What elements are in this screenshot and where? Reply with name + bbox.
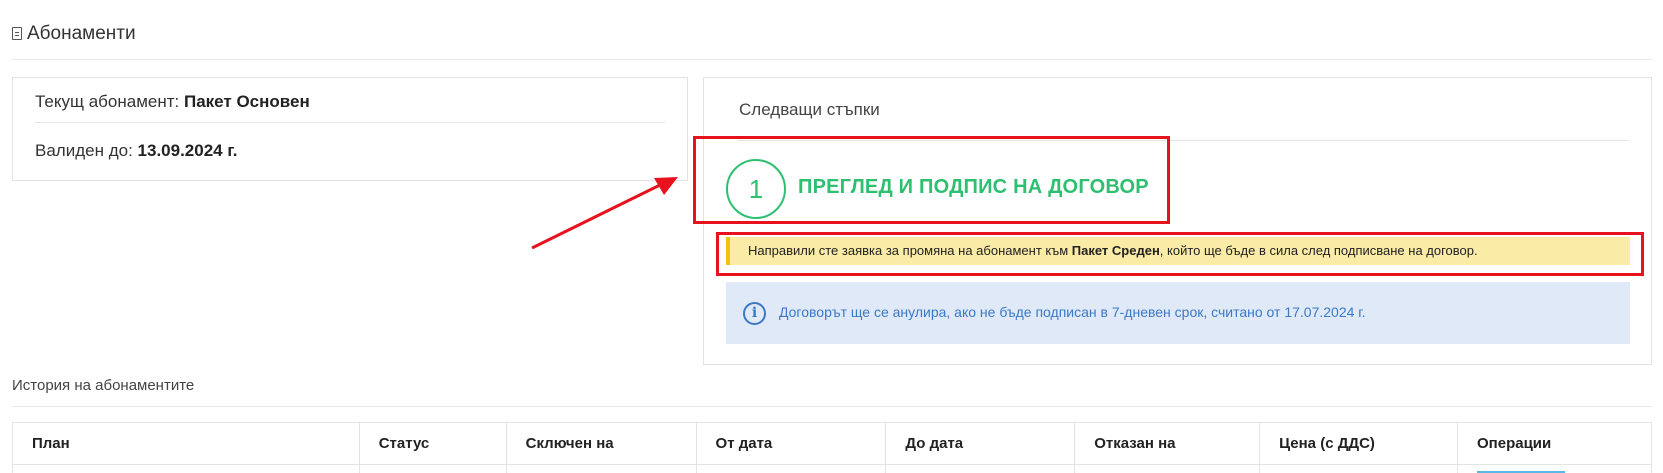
column-header[interactable]: До дата xyxy=(885,422,1076,465)
table-row xyxy=(12,464,1652,473)
page-title: Абонаменти xyxy=(27,23,136,44)
column-header[interactable]: Операции xyxy=(1457,422,1652,465)
table-cell xyxy=(1259,464,1458,473)
column-header[interactable]: План xyxy=(12,422,360,465)
current-plan-row: Текущ абонамент: Пакет Основен xyxy=(35,92,310,112)
column-header[interactable]: От дата xyxy=(695,422,887,465)
history-title: История на абонаментите xyxy=(12,377,195,394)
page-header: Абонаменти xyxy=(12,18,1652,60)
table-cell xyxy=(358,464,507,473)
highlight-box-step xyxy=(693,136,1170,224)
column-header[interactable]: Отказан на xyxy=(1074,422,1261,465)
current-plan-name: Пакет Основен xyxy=(184,92,310,111)
table-cell xyxy=(1457,464,1652,473)
next-steps-title: Следващи стъпки xyxy=(739,100,880,119)
column-header[interactable]: Цена (с ДДС) xyxy=(1259,422,1458,465)
column-header[interactable]: Сключен на xyxy=(505,422,697,465)
info-icon: i xyxy=(743,302,766,325)
table-cell xyxy=(695,464,887,473)
highlight-box-warning xyxy=(716,232,1644,276)
table-cell xyxy=(12,464,360,473)
table-cell xyxy=(885,464,1076,473)
info-alert: i Договорът ще се анулира, ако не бъде п… xyxy=(726,282,1630,344)
valid-until-label: Валиден до: xyxy=(35,141,133,160)
annotation-arrow-icon xyxy=(531,177,678,250)
current-plan-label: Текущ абонамент: xyxy=(35,92,180,111)
current-subscription-card: Текущ абонамент: Пакет Основен Валиден д… xyxy=(12,77,688,181)
valid-until-row: Валиден до: 13.09.2024 г. xyxy=(35,141,237,161)
history-header-row: План Статус Сключен на От дата До дата О… xyxy=(12,422,1652,465)
table-cell xyxy=(1074,464,1261,473)
divider xyxy=(12,406,1652,407)
table-cell xyxy=(505,464,697,473)
column-header[interactable]: Статус xyxy=(358,422,507,465)
info-text: Договорът ще се анулира, ако не бъде под… xyxy=(779,304,1366,320)
document-icon xyxy=(12,27,22,40)
valid-until-date: 13.09.2024 г. xyxy=(137,141,238,160)
history-table: План Статус Сключен на От дата До дата О… xyxy=(12,422,1652,473)
divider xyxy=(35,122,665,123)
